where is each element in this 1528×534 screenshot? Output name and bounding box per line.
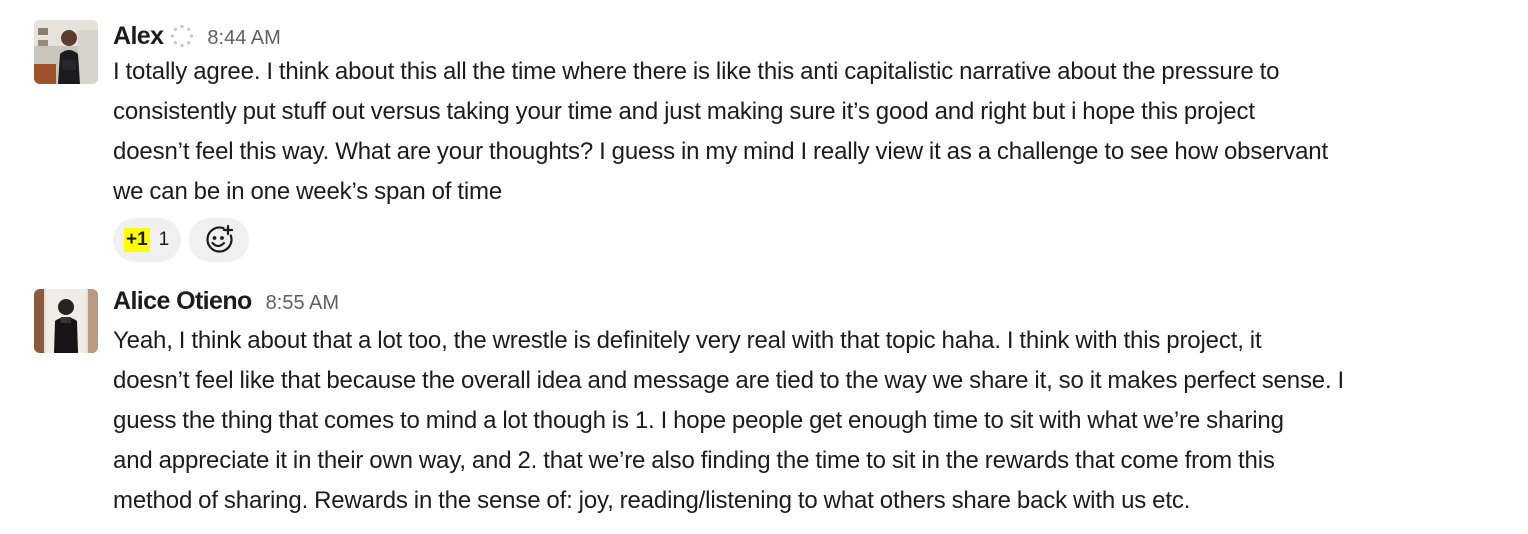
- message-line: doesn’t feel this way. What are your tho…: [113, 138, 1328, 165]
- message-line: consistently put stuff out versus taking…: [113, 98, 1255, 125]
- message-header: Alex 8:44 AM: [113, 18, 1513, 51]
- avatar-image: [34, 20, 98, 84]
- message-header: Alice Otieno 8:55 AM: [113, 287, 1513, 317]
- reaction-count: 1: [158, 229, 170, 250]
- sender-name[interactable]: Alice Otieno: [113, 287, 252, 316]
- message-body: I totally agree. I think about this all …: [113, 52, 1513, 212]
- reactions-bar: +1 1: [113, 218, 1513, 262]
- message-line: and appreciate it in their own way, and …: [113, 447, 1275, 474]
- sender-name[interactable]: Alex: [113, 22, 164, 51]
- message-line: doesn’t feel like that because the overa…: [113, 367, 1345, 394]
- message-line: Yeah, I think about that a lot too, the …: [113, 327, 1262, 354]
- message-body: Yeah, I think about that a lot too, the …: [113, 321, 1513, 521]
- add-reaction-icon: [206, 224, 234, 253]
- status-loading-icon: [169, 23, 195, 49]
- message-content: Alice Otieno 8:55 AM Yeah, I think about…: [113, 287, 1513, 521]
- message-timestamp[interactable]: 8:55 AM: [266, 292, 339, 315]
- message-line: guess the thing that comes to mind a lot…: [113, 407, 1284, 434]
- reaction-pill-plus1[interactable]: +1 1: [113, 218, 182, 262]
- add-reaction-button[interactable]: [189, 218, 250, 262]
- message-line: I totally agree. I think about this all …: [113, 58, 1280, 85]
- avatar-image: [34, 289, 98, 353]
- avatar[interactable]: [34, 20, 98, 84]
- avatar[interactable]: [34, 289, 98, 353]
- message-line: we can be in one week’s span of time: [113, 178, 503, 205]
- message-line: method of sharing. Rewards in the sense …: [113, 487, 1191, 514]
- message-timestamp[interactable]: 8:44 AM: [207, 27, 280, 50]
- plus1-emoji-icon: +1: [124, 228, 150, 252]
- message-content: Alex 8:44 AM I totally agree. I think ab…: [113, 18, 1513, 262]
